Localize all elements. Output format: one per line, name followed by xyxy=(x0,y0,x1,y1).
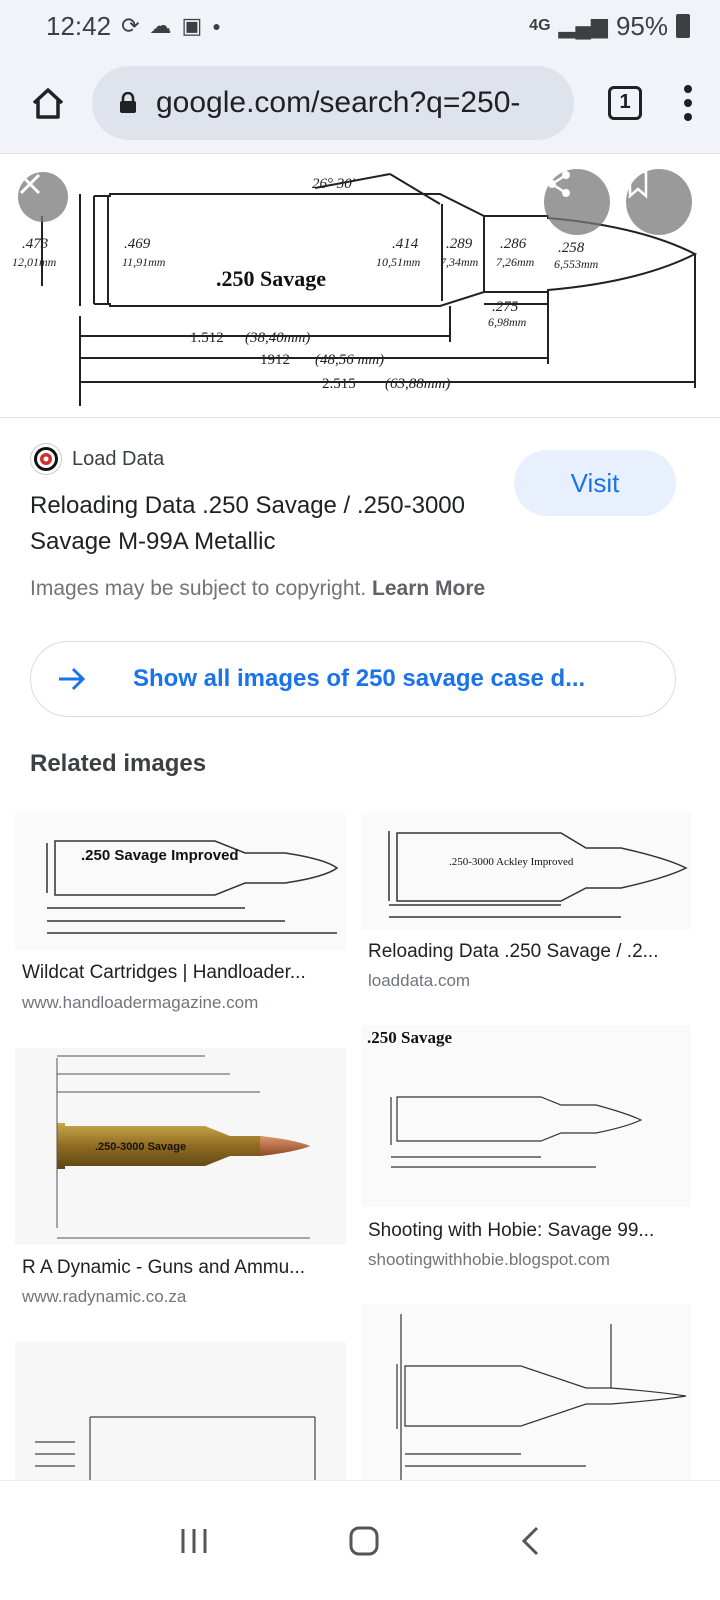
copyright-text: Images may be subject to copyright. xyxy=(30,577,367,600)
dot-icon: ● xyxy=(212,18,221,34)
thumb-caption-1: .250 Savage Improved xyxy=(81,847,239,864)
menu-dot-icon xyxy=(684,112,692,121)
thumb-caption-3: .250-3000 Savage xyxy=(95,1141,186,1153)
related-thumbnail-3[interactable]: .250-3000 Savage xyxy=(15,1048,346,1245)
battery-percent: 95% xyxy=(615,10,668,41)
cartridge-diagram: 26° 30' .473 12,01mm .469 11,91mm .414 1… xyxy=(12,173,698,406)
lock-icon xyxy=(120,91,136,113)
overflow-menu-button[interactable] xyxy=(678,84,698,121)
share-button[interactable] xyxy=(544,169,610,235)
image-preview[interactable]: 26° 30' .473 12,01mm .469 11,91mm .414 1… xyxy=(0,156,720,418)
related-title-3[interactable]: R A Dynamic - Guns and Ammu... xyxy=(22,1257,342,1279)
related-title-4[interactable]: Shooting with Hobie: Savage 99... xyxy=(368,1220,688,1242)
related-domain-1: www.handloadermagazine.com xyxy=(22,993,259,1012)
url-text: google.com/search?q=250- xyxy=(156,85,521,119)
show-all-label: Show all images of 250 savage case d... xyxy=(133,665,586,692)
home-nav-button[interactable] xyxy=(348,1525,380,1557)
visit-button[interactable]: Visit xyxy=(514,450,676,516)
status-bar: 12:42 ⟳ ☁ ▣ ● 4G ▂▄▆ 95% xyxy=(0,0,720,52)
sync-icon: ⟳ xyxy=(121,13,140,38)
close-icon xyxy=(19,173,41,195)
arrow-right-icon xyxy=(59,667,86,691)
related-thumbnail-4[interactable]: .250 Savage xyxy=(361,1025,691,1207)
related-title-1[interactable]: Wildcat Cartridges | Handloader... xyxy=(22,962,342,984)
menu-dot-icon xyxy=(684,98,692,107)
related-domain-4: shootingwithhobie.blogspot.com xyxy=(368,1250,610,1269)
rim-label: .473 xyxy=(22,236,48,252)
rim-mm-label: 12,01mm xyxy=(12,255,57,269)
related-thumbnail-1[interactable]: .250 Savage Improved xyxy=(15,813,346,950)
len1-label: 1.512 xyxy=(190,330,224,346)
target-icon xyxy=(34,447,58,471)
related-domain-2: loaddata.com xyxy=(368,971,471,990)
diagram-title: .250 Savage xyxy=(216,266,326,291)
network-type: 4G xyxy=(529,17,551,34)
shoulder-mm-label: 10,51mm xyxy=(376,255,421,269)
source-name: Load Data xyxy=(72,447,165,470)
thumb-caption-4: .250 Savage xyxy=(367,1028,452,1047)
len2-mm-label: (48,56 mm) xyxy=(315,352,384,368)
tab-switcher-button[interactable]: 1 xyxy=(608,85,642,120)
address-bar[interactable]: google.com/search?q=250- xyxy=(92,65,574,140)
result-title[interactable]: Reloading Data .250 Savage / .250-3000 S… xyxy=(30,488,500,560)
battery-icon xyxy=(676,14,690,38)
thumb-caption-2: .250-3000 Ackley Improved xyxy=(449,856,574,868)
angle-label: 26° 30' xyxy=(312,176,356,192)
cartridge-thumbnail: .250 Savage Improved xyxy=(46,840,339,934)
cartridge-thumbnail xyxy=(35,1416,316,1480)
related-thumbnail-2[interactable]: .250-3000 Ackley Improved xyxy=(361,813,691,930)
neck-a-label: .289 xyxy=(446,236,473,252)
menu-dot-icon xyxy=(684,84,692,93)
close-button[interactable] xyxy=(18,172,68,222)
bullet-label: .258 xyxy=(558,240,585,256)
len2-label: 1912 xyxy=(260,352,290,368)
save-button[interactable] xyxy=(626,169,692,235)
browser-toolbar: google.com/search?q=250- 1 xyxy=(0,52,720,154)
source-row[interactable]: Load Data xyxy=(30,443,164,475)
neck-b-label: .286 xyxy=(500,236,527,252)
recent-apps-button[interactable] xyxy=(179,1527,209,1555)
base-mm-label: 11,91mm xyxy=(122,255,166,269)
neck-length-label: .275 xyxy=(492,299,519,315)
neck-a-mm-label: 7,34mm xyxy=(440,255,479,269)
related-domain-3: www.radynamic.co.za xyxy=(22,1287,187,1306)
share-icon xyxy=(548,171,570,197)
bullet-mm-label: 6,553mm xyxy=(554,257,599,271)
system-navigation-bar xyxy=(0,1480,720,1600)
signal-icon: ▂▄▆ xyxy=(558,13,608,38)
shoulder-label: .414 xyxy=(392,236,419,252)
cartridge-thumbnail xyxy=(396,1314,687,1480)
show-all-images-button[interactable]: Show all images of 250 savage case d... xyxy=(30,641,676,717)
home-button[interactable] xyxy=(22,77,74,129)
back-button[interactable] xyxy=(519,1525,541,1557)
len3-mm-label: (63,88mm) xyxy=(385,376,450,392)
source-favicon xyxy=(30,443,62,475)
related-title-2[interactable]: Reloading Data .250 Savage / .2... xyxy=(368,941,688,963)
len1-mm-label: (38,40mm) xyxy=(245,330,310,346)
copyright-notice: Images may be subject to copyright. Lear… xyxy=(30,577,485,601)
cartridge-thumbnail: .250 Savage xyxy=(367,1028,643,1168)
home-icon xyxy=(32,87,64,119)
photo-icon: ▣ xyxy=(181,13,203,38)
related-images-heading: Related images xyxy=(30,750,207,777)
bookmark-icon xyxy=(628,170,648,199)
related-thumbnail-5[interactable] xyxy=(15,1342,346,1480)
neck-b-mm-label: 7,26mm xyxy=(496,255,535,269)
clock: 12:42 xyxy=(46,10,112,41)
len3-label: 2.515 xyxy=(322,376,356,392)
learn-more-link[interactable]: Learn More xyxy=(372,577,485,600)
cloud-icon: ☁ xyxy=(149,13,172,38)
cartridge-thumbnail: .250-3000 Savage xyxy=(56,1055,310,1239)
base-label: .469 xyxy=(124,236,151,252)
cartridge-thumbnail: .250-3000 Ackley Improved xyxy=(388,831,688,918)
related-thumbnail-6[interactable] xyxy=(361,1304,691,1480)
neck-length-mm-label: 6,98mm xyxy=(488,315,527,329)
